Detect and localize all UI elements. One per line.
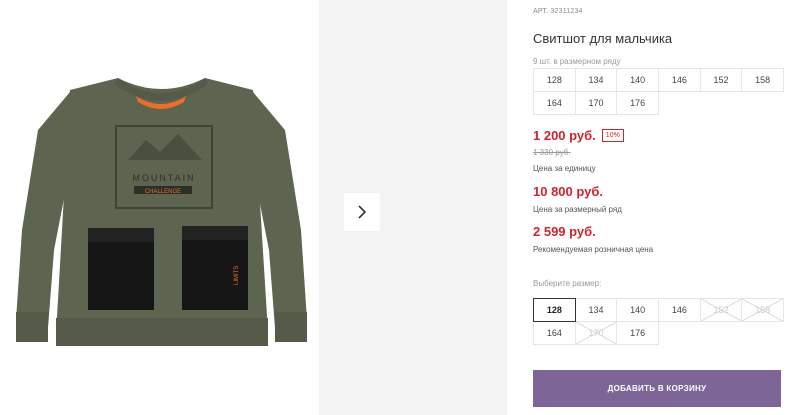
series-note: 9 шт. в размерном ряду (533, 57, 621, 66)
size-option-164[interactable]: 164 (533, 321, 576, 345)
retail-price: 2 599 руб. (533, 224, 596, 239)
size-option-140[interactable]: 140 (616, 298, 659, 322)
product-title: Свитшот для мальчика (533, 31, 673, 46)
pocket-tag: LIMITS (234, 266, 240, 285)
unit-price-caption: Цена за единицу (533, 164, 596, 173)
series-price-caption: Цена за размерный ряд (533, 205, 622, 214)
retail-price-caption: Рекомендуемая розничная цена (533, 245, 654, 254)
series-size-cell: 134 (574, 68, 618, 92)
print-text: MOUNTAIN (132, 173, 195, 183)
size-option-128[interactable]: 128 (533, 298, 576, 322)
product-page: MOUNTAIN CHALLENGE LIMITS АРТ. 32311234 … (0, 0, 800, 415)
series-size-cell: 176 (616, 91, 659, 115)
size-option-158: 158 (741, 298, 784, 322)
size-option-152: 152 (699, 298, 743, 322)
strikethrough-icon (575, 322, 617, 344)
unit-price-row: 1 200 руб. 10% (533, 128, 624, 143)
series-size-cell: 164 (533, 91, 576, 115)
series-size-cell: 140 (616, 68, 659, 92)
series-price: 10 800 руб. (533, 184, 604, 199)
sweatshirt-image: MOUNTAIN CHALLENGE LIMITS (16, 78, 307, 346)
series-size-cell: 146 (658, 68, 701, 92)
series-size-cell: 152 (699, 68, 743, 92)
chevron-right-icon (358, 205, 367, 219)
product-sku: АРТ. 32311234 (533, 8, 583, 15)
choose-size-label: Выберите размер: (533, 279, 602, 288)
product-photo[interactable]: MOUNTAIN CHALLENGE LIMITS (8, 0, 315, 415)
series-size-cell: 170 (574, 91, 618, 115)
print-subtext: CHALLENGE (145, 189, 181, 195)
series-size-cell: 158 (741, 68, 784, 92)
series-size-cell: 128 (533, 68, 576, 92)
size-option-176[interactable]: 176 (616, 321, 659, 345)
old-price: 1 330 руб. (533, 148, 571, 157)
add-to-cart-button[interactable]: ДОБАВИТЬ В КОРЗИНУ (533, 370, 781, 407)
size-option-134[interactable]: 134 (574, 298, 618, 322)
strikethrough-icon (700, 299, 742, 321)
next-photo-button[interactable] (344, 193, 380, 231)
size-option-146[interactable]: 146 (658, 298, 701, 322)
discount-badge: 10% (601, 129, 624, 142)
size-selector: 128 134 140 146 152 158 164 170 176 (533, 298, 784, 345)
series-size-grid: 128 134 140 146 152 158 164 170 176 (533, 68, 784, 115)
size-option-170: 170 (574, 321, 618, 345)
product-gallery: MOUNTAIN CHALLENGE LIMITS (0, 0, 507, 415)
strikethrough-icon (742, 299, 783, 321)
unit-price: 1 200 руб. (533, 128, 596, 143)
